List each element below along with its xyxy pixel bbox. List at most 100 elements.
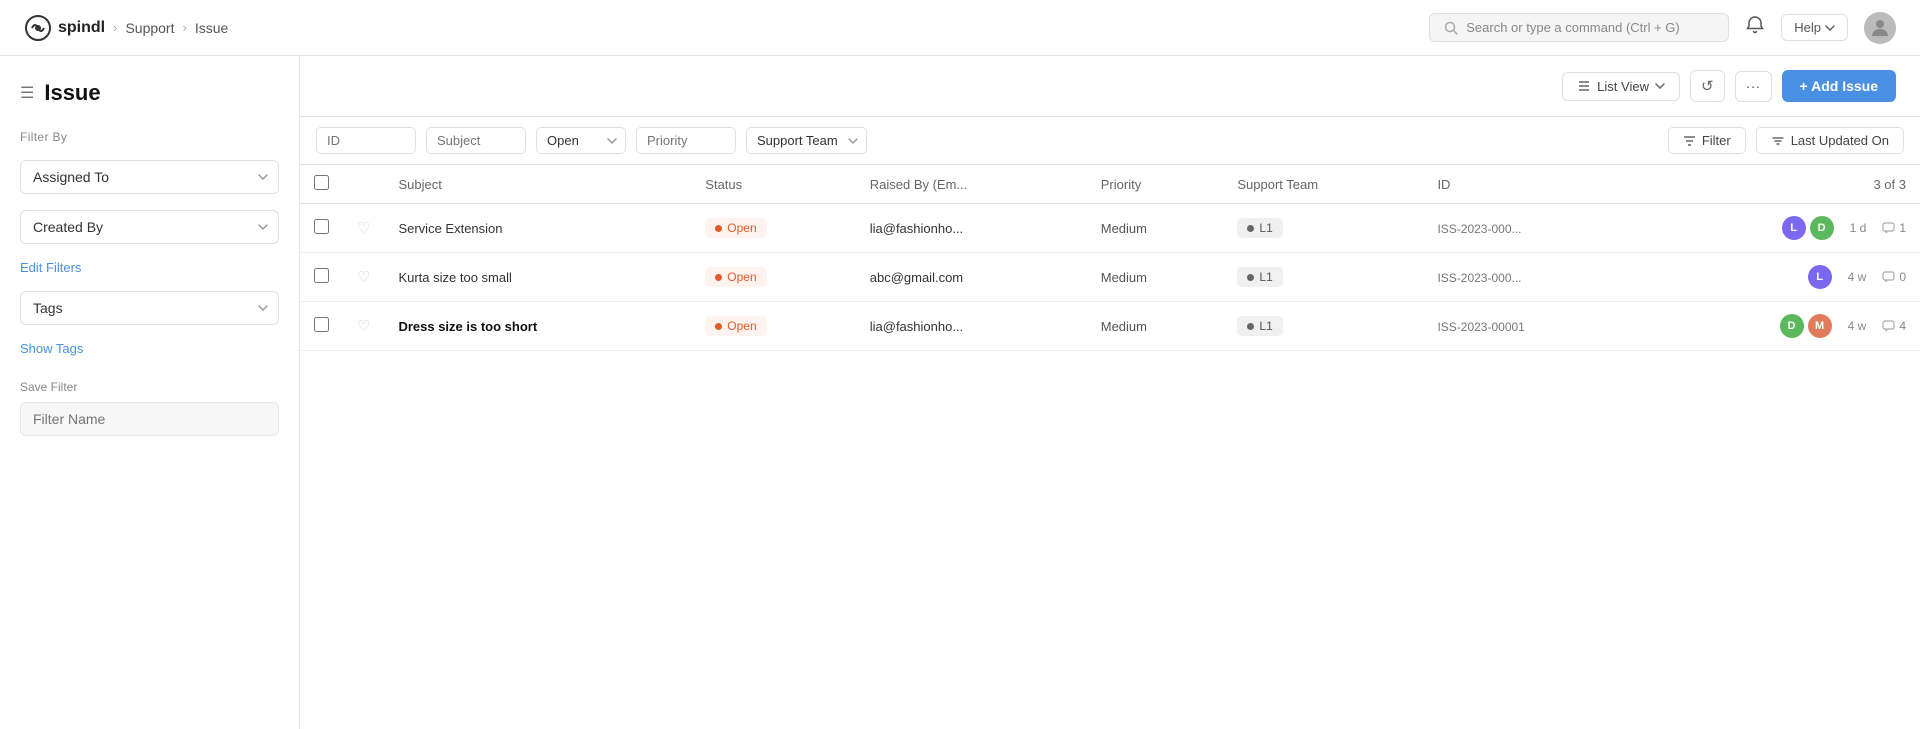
row-id-cell: ISS-2023-000... <box>1423 204 1635 253</box>
topnav: spindl › Support › Issue Search or type … <box>0 0 1920 56</box>
support-dot <box>1247 323 1254 330</box>
support-dot <box>1247 225 1254 232</box>
row-priority: Medium <box>1101 319 1147 334</box>
time-cell: 4 w <box>1848 319 1867 333</box>
row-checkbox-cell <box>300 302 343 351</box>
issues-table: Subject Status Raised By (Em... Priority… <box>300 165 1920 351</box>
row-checkbox-cell <box>300 204 343 253</box>
avatar: L <box>1808 265 1832 289</box>
row-subject-cell[interactable]: Kurta size too small <box>384 253 691 302</box>
row-status-cell: Open <box>691 204 855 253</box>
refresh-button[interactable]: ↺ <box>1690 70 1725 102</box>
row-subject-cell[interactable]: Dress size is too short <box>384 302 691 351</box>
topnav-left: spindl › Support › Issue <box>24 14 228 42</box>
content-header: List View ↺ ··· + Add Issue <box>300 56 1920 117</box>
row-raised-by: lia@fashionho... <box>870 221 963 236</box>
table-container: Subject Status Raised By (Em... Priority… <box>300 165 1920 729</box>
row-checkbox[interactable] <box>314 268 329 283</box>
row-raised-by: lia@fashionho... <box>870 319 963 334</box>
row-priority-cell: Medium <box>1087 253 1224 302</box>
logo-text: spindl <box>58 19 105 37</box>
bell-button[interactable] <box>1745 15 1765 40</box>
th-status: Status <box>691 165 855 204</box>
logo: spindl <box>24 14 105 42</box>
avatar-group: L <box>1808 265 1832 289</box>
time-cell: 4 w <box>1848 270 1867 284</box>
status-badge: Open <box>705 218 766 238</box>
chevron-down-icon <box>1825 25 1835 31</box>
status-dot <box>715 225 722 232</box>
add-issue-button[interactable]: + Add Issue <box>1782 70 1896 102</box>
help-button[interactable]: Help <box>1781 14 1848 41</box>
row-checkbox-cell <box>300 253 343 302</box>
row-subject: Kurta size too small <box>398 270 511 285</box>
main-layout: ☰ Issue Filter By Assigned To Created By… <box>0 56 1920 729</box>
edit-filters-link[interactable]: Edit Filters <box>20 260 279 275</box>
time-cell: 1 d <box>1850 221 1867 235</box>
add-issue-label: + Add Issue <box>1800 78 1878 94</box>
filter-by-section: Filter By <box>20 130 279 144</box>
help-label: Help <box>1794 20 1821 35</box>
table-header-row: Subject Status Raised By (Em... Priority… <box>300 165 1920 204</box>
list-icon <box>1577 79 1591 93</box>
subject-filter-input[interactable] <box>426 127 526 154</box>
filter-name-input[interactable] <box>20 402 279 436</box>
priority-filter-input[interactable] <box>636 127 736 154</box>
row-support-team-cell: L1 <box>1223 253 1423 302</box>
table-row: ♡ Service Extension Open lia@fashionho... Me… <box>300 204 1920 253</box>
th-heart <box>343 165 384 204</box>
row-subject: Service Extension <box>398 221 502 236</box>
support-team-badge: L1 <box>1237 316 1282 336</box>
filter-button[interactable]: Filter <box>1668 127 1746 154</box>
row-raised-by: abc@gmail.com <box>870 270 963 285</box>
th-checkbox <box>300 165 343 204</box>
heart-icon[interactable]: ♡ <box>357 318 370 335</box>
tags-select[interactable]: Tags <box>20 291 279 325</box>
row-checkbox[interactable] <box>314 317 329 332</box>
search-placeholder: Search or type a command (Ctrl + G) <box>1466 20 1680 35</box>
meta-group: L 4 w 0 <box>1650 265 1906 289</box>
assigned-to-select[interactable]: Assigned To <box>20 160 279 194</box>
show-tags-link[interactable]: Show Tags <box>20 341 279 356</box>
row-id: ISS-2023-000... <box>1437 222 1521 236</box>
list-view-label: List View <box>1597 79 1649 94</box>
meta-group: DM 4 w 4 <box>1650 314 1906 338</box>
more-button[interactable]: ··· <box>1735 71 1772 102</box>
comment-cell: 1 <box>1882 221 1906 235</box>
last-updated-button[interactable]: Last Updated On <box>1756 127 1904 154</box>
avatar[interactable] <box>1864 12 1896 44</box>
th-subject: Subject <box>384 165 691 204</box>
th-raised-by: Raised By (Em... <box>856 165 1087 204</box>
created-by-select[interactable]: Created By <box>20 210 279 244</box>
more-icon: ··· <box>1746 78 1761 95</box>
support-dot <box>1247 274 1254 281</box>
support-team-badge: L1 <box>1237 267 1282 287</box>
status-filter-select[interactable]: Open Closed All <box>536 127 626 154</box>
breadcrumb-issue[interactable]: Issue <box>195 20 228 36</box>
hamburger-icon[interactable]: ☰ <box>20 83 34 103</box>
breadcrumb-support[interactable]: Support <box>125 20 174 36</box>
heart-icon[interactable]: ♡ <box>357 269 370 286</box>
th-support-team: Support Team <box>1223 165 1423 204</box>
page-title: Issue <box>44 80 100 106</box>
row-priority: Medium <box>1101 221 1147 236</box>
comment-icon <box>1882 222 1895 234</box>
select-all-checkbox[interactable] <box>314 175 329 190</box>
heart-icon[interactable]: ♡ <box>357 220 370 237</box>
row-subject-cell[interactable]: Service Extension <box>384 204 691 253</box>
row-id-cell: ISS-2023-00001 <box>1423 302 1635 351</box>
row-raised-by-cell: abc@gmail.com <box>856 253 1087 302</box>
search-bar[interactable]: Search or type a command (Ctrl + G) <box>1429 13 1729 42</box>
comment-icon <box>1882 320 1895 332</box>
row-id: ISS-2023-000... <box>1437 271 1521 285</box>
comment-cell: 0 <box>1882 270 1906 284</box>
header-right: List View ↺ ··· + Add Issue <box>1562 70 1896 102</box>
id-filter-input[interactable] <box>316 127 416 154</box>
row-checkbox[interactable] <box>314 219 329 234</box>
avatar-group: DM <box>1780 314 1832 338</box>
list-view-button[interactable]: List View <box>1562 72 1680 101</box>
row-support-team-cell: L1 <box>1223 302 1423 351</box>
row-priority-cell: Medium <box>1087 204 1224 253</box>
support-team-filter-select[interactable]: Support Team <box>746 127 867 154</box>
row-subject: Dress size is too short <box>398 319 537 334</box>
